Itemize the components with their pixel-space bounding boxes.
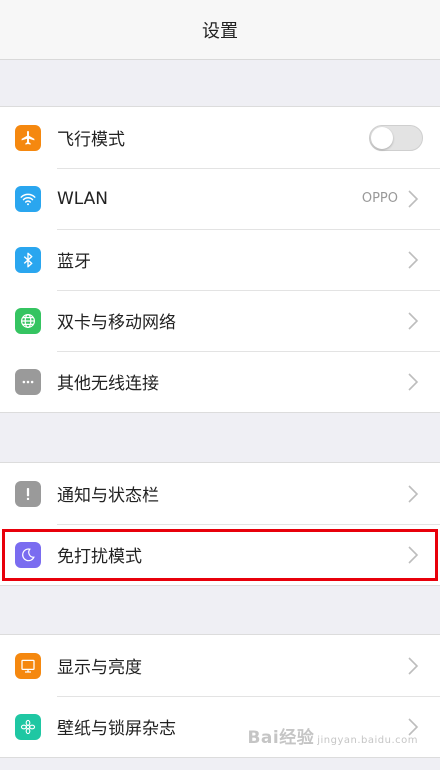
chevron-right-icon [408, 484, 419, 503]
watermark-sub: jingyan.baidu.com [317, 735, 418, 746]
wlan-row[interactable]: WLAN OPPO [0, 168, 440, 229]
globe-icon [15, 307, 41, 334]
chevron-right-icon [408, 189, 419, 208]
dual-sim-network-label: 双卡与移动网络 [57, 313, 176, 333]
airplane-icon [15, 124, 41, 151]
connectivity-group: 飞行模式 WLAN OPPO 蓝牙 双卡与移动网络 其他无线连接 [0, 106, 440, 413]
bluetooth-label: 蓝牙 [57, 252, 91, 272]
notification-statusbar-row[interactable]: 通知与状态栏 [0, 463, 440, 524]
page-title: 设置 [202, 20, 238, 42]
watermark-text: Bai [247, 728, 280, 748]
do-not-disturb-row[interactable]: 免打扰模式 [0, 524, 440, 585]
moon-icon [15, 541, 41, 568]
display-brightness-row[interactable]: 显示与亮度 [0, 635, 440, 696]
bluetooth-row[interactable]: 蓝牙 [0, 229, 440, 290]
airplane-mode-toggle[interactable] [369, 124, 423, 151]
watermark-text-2: 经验 [279, 728, 315, 748]
chevron-right-icon [408, 250, 419, 269]
airplane-mode-label: 飞行模式 [57, 130, 125, 150]
wifi-icon [15, 185, 41, 212]
notification-group: 通知与状态栏 免打扰模式 [0, 462, 440, 586]
bluetooth-icon [15, 246, 41, 273]
baidu-watermark: Bai经验 jingyan.baidu.com [247, 723, 418, 748]
other-wireless-row[interactable]: 其他无线连接 [0, 351, 440, 412]
more-icon [15, 368, 41, 395]
chevron-right-icon [408, 372, 419, 391]
wlan-network-name: OPPO [361, 191, 398, 206]
wlan-label: WLAN [57, 188, 109, 209]
chevron-right-icon [408, 656, 419, 675]
header-bar: 设置 [0, 0, 440, 60]
toggle-knob [371, 126, 393, 149]
notification-statusbar-label: 通知与状态栏 [57, 486, 159, 506]
do-not-disturb-label: 免打扰模式 [57, 547, 142, 567]
exclamation-icon [15, 480, 41, 507]
other-wireless-label: 其他无线连接 [57, 374, 159, 394]
chevron-right-icon [408, 545, 419, 564]
chevron-right-icon [408, 311, 419, 330]
airplane-mode-row[interactable]: 飞行模式 [0, 107, 440, 168]
display-brightness-label: 显示与亮度 [57, 658, 142, 678]
display-icon [15, 652, 41, 679]
flower-icon [15, 713, 41, 740]
dual-sim-network-row[interactable]: 双卡与移动网络 [0, 290, 440, 351]
